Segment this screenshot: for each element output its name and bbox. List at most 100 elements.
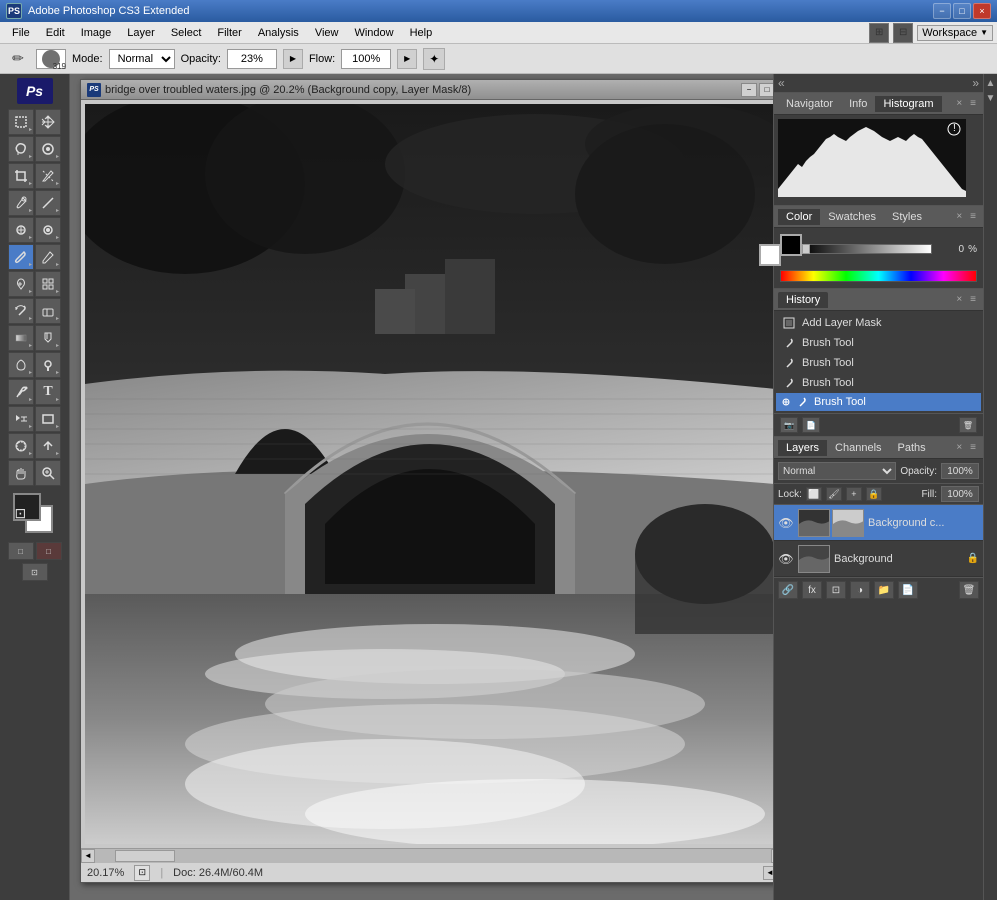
k-slider[interactable] bbox=[801, 244, 932, 254]
opacity-arrow[interactable]: ▶ bbox=[283, 49, 303, 69]
zoom-tool[interactable] bbox=[35, 460, 61, 486]
eyedropper-tool[interactable]: ▸ bbox=[8, 190, 34, 216]
layer-visibility-0[interactable]: 👁 bbox=[778, 515, 794, 531]
opacity-input[interactable] bbox=[941, 463, 979, 479]
doc-maximize-btn[interactable]: □ bbox=[759, 83, 773, 97]
lock-image-btn[interactable]: 🖌 bbox=[826, 487, 842, 501]
histogram-menu-btn[interactable]: ≡ bbox=[967, 97, 979, 110]
menu-filter[interactable]: Filter bbox=[209, 25, 249, 41]
tab-styles[interactable]: Styles bbox=[884, 209, 930, 225]
history-item-0[interactable]: Add Layer Mask bbox=[776, 313, 981, 333]
document-canvas[interactable]: OceanofFXG bbox=[85, 104, 773, 844]
side-arrow-up[interactable]: ▲ bbox=[986, 78, 996, 89]
maximize-button[interactable]: □ bbox=[953, 3, 971, 19]
history-brush-tool[interactable]: ▸ bbox=[8, 298, 34, 324]
h-scroll-track[interactable] bbox=[95, 849, 771, 863]
menu-file[interactable]: File bbox=[4, 25, 38, 41]
new-group-btn[interactable]: 📁 bbox=[874, 581, 894, 599]
flow-arrow[interactable]: ▶ bbox=[397, 49, 417, 69]
new-fill-btn[interactable]: ◑ bbox=[850, 581, 870, 599]
3d-rotate-tool[interactable]: ▸ bbox=[8, 433, 34, 459]
nav-left-btn[interactable]: ◄ bbox=[763, 866, 773, 880]
path-selection-tool[interactable]: ▸ bbox=[8, 406, 34, 432]
mode-select[interactable]: Normal bbox=[109, 49, 175, 69]
menu-window[interactable]: Window bbox=[346, 25, 401, 41]
preview-btn[interactable]: ⊡ bbox=[134, 865, 150, 881]
history-delete-btn[interactable]: 🗑 bbox=[959, 417, 977, 433]
eraser-tool[interactable]: ▸ bbox=[35, 298, 61, 324]
pattern-stamp-tool[interactable]: ▸ bbox=[35, 271, 61, 297]
tab-histogram[interactable]: Histogram bbox=[875, 96, 941, 112]
slice-tool[interactable]: ▸ bbox=[35, 163, 61, 189]
tab-swatches[interactable]: Swatches bbox=[820, 209, 884, 225]
reset-colors-btn[interactable]: ⊡ bbox=[15, 505, 57, 535]
history-new-doc-btn[interactable]: 📄 bbox=[802, 417, 820, 433]
history-item-4[interactable]: Brush Tool bbox=[776, 393, 981, 411]
lasso-tool[interactable]: ▸ bbox=[8, 136, 34, 162]
layer-item-1[interactable]: 👁 Background 🔒 bbox=[774, 541, 983, 577]
tab-channels[interactable]: Channels bbox=[827, 440, 889, 456]
history-item-1[interactable]: Brush Tool bbox=[776, 333, 981, 353]
screen-mode-btn[interactable]: ⊡ bbox=[22, 563, 48, 581]
blur-tool[interactable]: ▸ bbox=[8, 352, 34, 378]
options-btn-1[interactable]: ⊞ bbox=[869, 23, 889, 43]
crop-tool[interactable]: ▸ bbox=[8, 163, 34, 189]
h-scroll-thumb[interactable] bbox=[115, 850, 175, 862]
shape-tool[interactable]: ▸ bbox=[35, 406, 61, 432]
menu-image[interactable]: Image bbox=[73, 25, 120, 41]
pen-tool[interactable]: ▸ bbox=[8, 379, 34, 405]
history-close-btn[interactable]: × bbox=[953, 293, 965, 306]
layers-close-btn[interactable]: × bbox=[953, 441, 965, 454]
h-scroll-right-btn[interactable]: ► bbox=[771, 849, 773, 863]
fill-input[interactable] bbox=[941, 486, 979, 502]
quick-mask-btn[interactable]: □ bbox=[36, 542, 62, 560]
lock-transparent-btn[interactable]: ⬜ bbox=[806, 487, 822, 501]
menu-layer[interactable]: Layer bbox=[119, 25, 163, 41]
pencil-tool[interactable]: ▸ bbox=[35, 244, 61, 270]
workspace-selector[interactable]: Workspace ▼ bbox=[917, 25, 993, 41]
rectangular-marquee-tool[interactable]: ▸ bbox=[8, 109, 34, 135]
3d-pan-tool[interactable]: ▸ bbox=[35, 433, 61, 459]
brush-tool[interactable]: ▸ bbox=[8, 244, 34, 270]
tab-info[interactable]: Info bbox=[841, 96, 875, 112]
collapse-left-btn[interactable]: « bbox=[778, 76, 785, 90]
menu-view[interactable]: View bbox=[307, 25, 347, 41]
color-close-btn[interactable]: × bbox=[953, 210, 965, 223]
new-layer-btn[interactable]: 📄 bbox=[898, 581, 918, 599]
close-button[interactable]: × bbox=[973, 3, 991, 19]
move-tool[interactable] bbox=[35, 109, 61, 135]
tab-navigator[interactable]: Navigator bbox=[778, 96, 841, 112]
fg-color-swatch[interactable] bbox=[780, 234, 802, 256]
color-spectrum-bar[interactable] bbox=[780, 270, 977, 282]
opacity-input[interactable] bbox=[227, 49, 277, 69]
blend-mode-select[interactable]: Normal Multiply Screen bbox=[778, 462, 896, 480]
history-menu-btn[interactable]: ≡ bbox=[967, 293, 979, 306]
flow-input[interactable] bbox=[341, 49, 391, 69]
airbrush-btn[interactable]: ✦ bbox=[423, 48, 445, 70]
history-item-2[interactable]: Brush Tool bbox=[776, 353, 981, 373]
layer-item-0[interactable]: 👁 bbox=[774, 505, 983, 541]
minimize-button[interactable]: − bbox=[933, 3, 951, 19]
dodge-tool[interactable]: ▸ bbox=[35, 352, 61, 378]
tab-color[interactable]: Color bbox=[778, 209, 820, 225]
standard-mode-btn[interactable]: □ bbox=[8, 542, 34, 560]
delete-layer-btn[interactable]: 🗑 bbox=[959, 581, 979, 599]
hand-tool[interactable] bbox=[8, 460, 34, 486]
add-mask-btn[interactable]: ⊡ bbox=[826, 581, 846, 599]
paint-bucket-tool[interactable]: ▸ bbox=[35, 325, 61, 351]
tab-paths[interactable]: Paths bbox=[890, 440, 934, 456]
menu-edit[interactable]: Edit bbox=[38, 25, 73, 41]
layers-menu-btn[interactable]: ≡ bbox=[967, 441, 979, 454]
menu-help[interactable]: Help bbox=[402, 25, 441, 41]
history-snapshot-btn[interactable]: 📷 bbox=[780, 417, 798, 433]
doc-minimize-btn[interactable]: − bbox=[741, 83, 757, 97]
clone-stamp-tool[interactable]: ▸ bbox=[8, 271, 34, 297]
add-style-btn[interactable]: fx bbox=[802, 581, 822, 599]
layer-visibility-1[interactable]: 👁 bbox=[778, 551, 794, 567]
tab-layers[interactable]: Layers bbox=[778, 440, 827, 456]
text-tool[interactable]: T ▸ bbox=[35, 379, 61, 405]
color-menu-btn[interactable]: ≡ bbox=[967, 210, 979, 223]
tab-history[interactable]: History bbox=[778, 292, 828, 308]
link-layers-btn[interactable]: 🔗 bbox=[778, 581, 798, 599]
menu-select[interactable]: Select bbox=[163, 25, 210, 41]
